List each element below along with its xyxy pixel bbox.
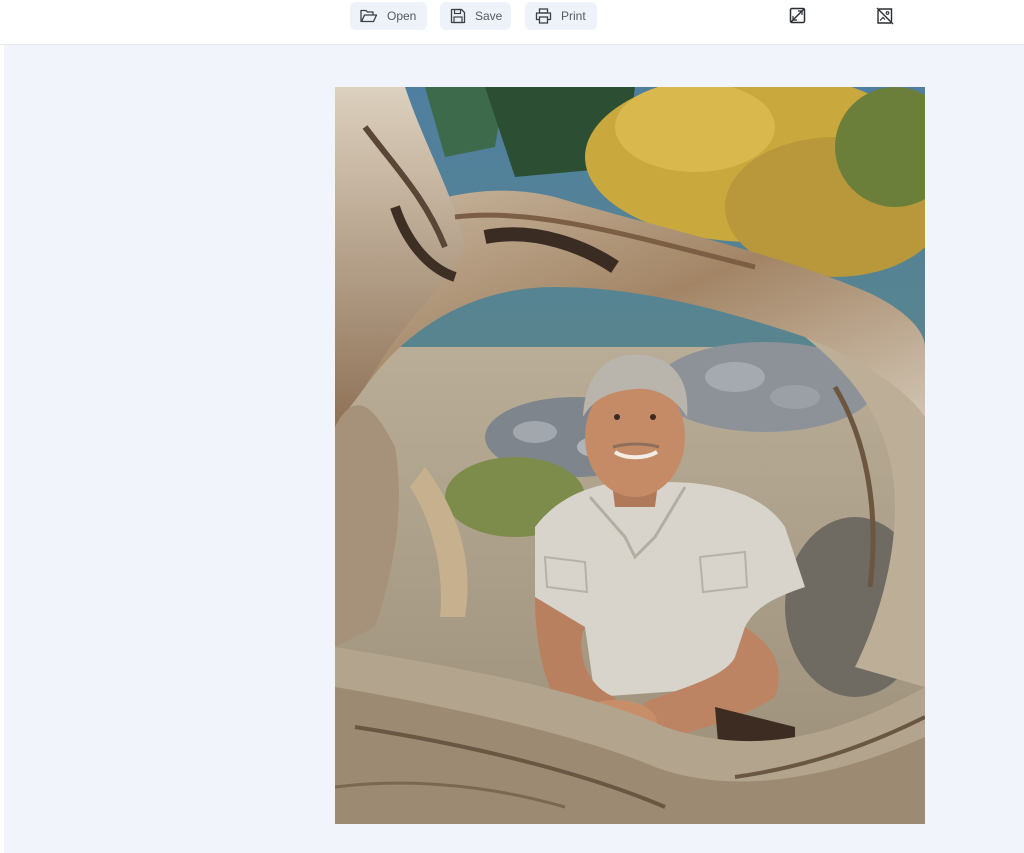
image-slash-button[interactable] (787, 7, 807, 29)
image-slash-icon (789, 7, 806, 29)
open-button[interactable]: Open (350, 2, 427, 30)
folder-open-icon (360, 9, 378, 23)
image-off-icon (876, 7, 894, 30)
photo[interactable] (335, 87, 925, 824)
open-label: Open (387, 9, 417, 23)
toolbar: Open Save Print (0, 0, 1024, 45)
printer-icon (535, 8, 552, 24)
floppy-disk-icon (450, 8, 466, 24)
image-off-button[interactable] (875, 7, 895, 30)
print-label: Print (561, 9, 586, 23)
image-canvas (4, 45, 1024, 853)
print-button[interactable]: Print (525, 2, 597, 30)
save-button[interactable]: Save (440, 2, 511, 30)
save-label: Save (475, 9, 503, 23)
